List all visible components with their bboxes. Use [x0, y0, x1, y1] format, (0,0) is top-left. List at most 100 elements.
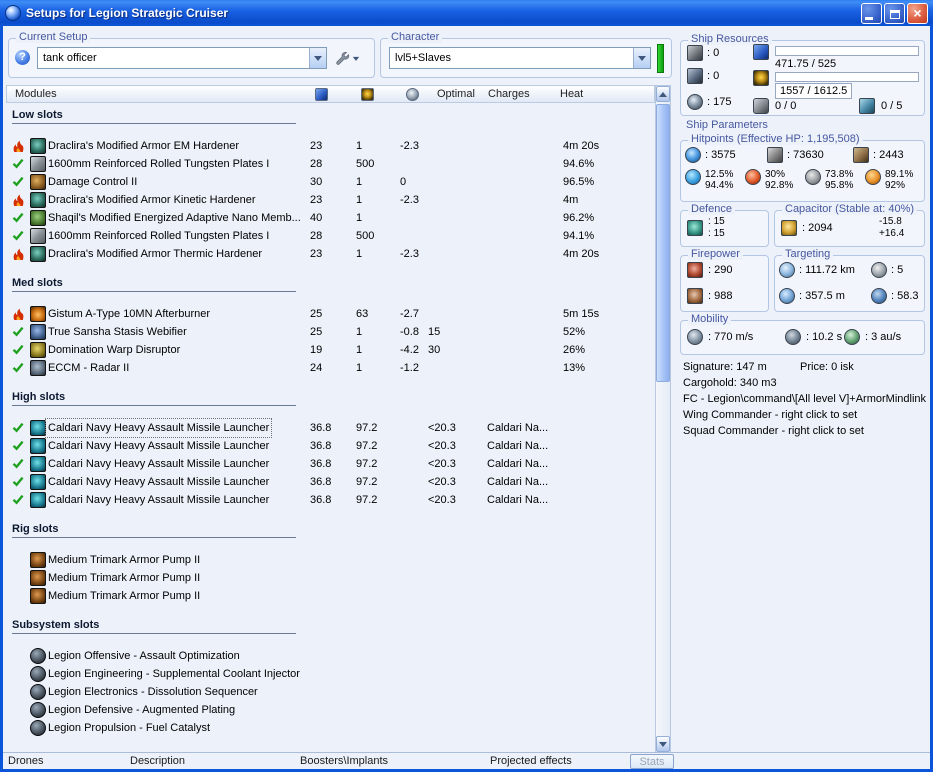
module-row[interactable]: Caldari Navy Heavy Assault Missile Launc…	[6, 418, 655, 438]
kinetic-resist-icon	[805, 169, 821, 185]
module-row[interactable]: Legion Propulsion - Fuel Catalyst	[6, 719, 655, 737]
column-optimal[interactable]: Optimal	[437, 88, 475, 100]
module-row[interactable]: 1600mm Reinforced Rolled Tungsten Plates…	[6, 155, 655, 173]
subsystem-icon	[30, 648, 46, 664]
status-none	[12, 554, 26, 567]
module-row[interactable]: Legion Electronics - Dissolution Sequenc…	[6, 683, 655, 701]
modules-panel: Modules Optimal Charges Heat Low slots Dr…	[6, 85, 655, 753]
module-row[interactable]: Legion Defensive - Augmented Plating	[6, 701, 655, 719]
module-heat-value: 94.6%	[563, 158, 595, 170]
module-cpu-value: 36.8	[310, 458, 332, 470]
tab-drones[interactable]: Drones	[8, 755, 43, 767]
module-row[interactable]: Domination Warp Disruptor 19 1 -4.2 30 26%	[6, 341, 655, 359]
column-charges[interactable]: Charges	[488, 88, 530, 100]
armor-hp-value: 73630	[787, 149, 824, 162]
setup-combobox[interactable]: tank officer	[37, 47, 327, 69]
module-optimal-value: <20.3	[428, 494, 456, 506]
defence-label: Defence	[688, 203, 735, 215]
module-row[interactable]: Caldari Navy Heavy Assault Missile Launc…	[6, 455, 655, 473]
signature-text: Signature: 147 m	[683, 361, 767, 373]
fitted-check-icon	[12, 230, 26, 243]
scroll-down-button[interactable]	[656, 736, 670, 752]
setup-combobox-dropdown[interactable]	[309, 48, 326, 68]
powergrid-usage-bar	[775, 72, 919, 82]
arrow-up-icon	[659, 88, 667, 97]
module-cpu-value: 19	[310, 344, 323, 356]
character-combobox-value: lvl5+Slaves	[395, 52, 451, 64]
slot-section-title: High slots	[12, 391, 296, 406]
character-label: Character	[388, 31, 443, 43]
module-row[interactable]: Legion Offensive - Assault Optimization	[6, 647, 655, 665]
module-row[interactable]: Caldari Navy Heavy Assault Missile Launc…	[6, 437, 655, 455]
volley-value: 290	[708, 264, 732, 277]
module-heat-value: 96.2%	[563, 212, 595, 224]
module-row[interactable]: Draclira's Modified Armor Thermic Harden…	[6, 245, 655, 263]
subsystem-icon	[30, 666, 46, 682]
targeting-label: Targeting	[782, 248, 834, 260]
fitted-check-icon	[12, 422, 26, 435]
launcher-icon	[30, 438, 46, 454]
module-name: Shaqil's Modified Energized Adaptive Nan…	[48, 212, 301, 224]
module-name: Medium Trimark Armor Pump II	[48, 572, 201, 584]
character-combobox[interactable]: lvl5+Slaves	[389, 47, 651, 69]
module-row[interactable]: Medium Trimark Armor Pump II	[6, 569, 655, 587]
tab-projected-effects[interactable]: Projected effects	[490, 755, 572, 767]
tab-description[interactable]: Description	[130, 755, 185, 767]
powergrid-column-icon[interactable]	[361, 88, 374, 101]
shield-resist-value: 12.5%	[705, 169, 734, 180]
scroll-up-button[interactable]	[656, 86, 670, 102]
squad-commander-text[interactable]: Squad Commander - right click to set	[683, 425, 864, 437]
ship-resources-group: Ship Resources 0 0 175 471.75 / 525 1557…	[680, 33, 925, 116]
stats-button[interactable]: Stats	[630, 754, 674, 769]
module-row[interactable]: 1600mm Reinforced Rolled Tungsten Plates…	[6, 227, 655, 245]
module-charges-value: Caldari Na...	[487, 458, 549, 470]
module-row[interactable]: Draclira's Modified Armor EM Hardener 23 1…	[6, 137, 655, 155]
tab-boosters-implants[interactable]: Boosters\Implants	[300, 755, 388, 767]
module-heat-value: 96.5%	[563, 176, 595, 188]
module-cpu-value: 28	[310, 230, 323, 242]
align-time-value: 10.2 s	[806, 331, 842, 344]
module-cpu-value: 23	[310, 140, 323, 152]
module-cap-value: -4.2	[400, 344, 419, 356]
module-row[interactable]: Caldari Navy Heavy Assault Missile Launc…	[6, 491, 655, 509]
status-none	[12, 668, 26, 681]
setup-tools-button[interactable]	[334, 48, 370, 68]
armor-hp-icon	[767, 147, 783, 163]
arrow-down-icon	[659, 741, 667, 751]
column-modules[interactable]: Modules	[15, 88, 57, 100]
module-pg-value: 1	[356, 248, 363, 260]
defence-icon	[687, 220, 703, 236]
close-button[interactable]: ×	[907, 2, 928, 24]
scrollbar-thumb[interactable]	[656, 104, 670, 382]
minimize-button[interactable]	[861, 2, 882, 24]
eft-window: Setups for Legion Strategic Cruiser × Cu…	[0, 0, 933, 772]
module-row[interactable]: Shaqil's Modified Energized Adaptive Nan…	[6, 209, 655, 227]
cpu-column-icon[interactable]	[315, 88, 328, 101]
maximize-icon	[889, 9, 900, 19]
character-combobox-dropdown[interactable]	[633, 48, 650, 68]
slot-section-title: Rig slots	[12, 523, 296, 538]
module-row[interactable]: Damage Control II 30 1 0 96.5%	[6, 173, 655, 191]
max-targets-value: 5	[891, 264, 903, 277]
module-row[interactable]: Draclira's Modified Armor Kinetic Harden…	[6, 191, 655, 209]
help-icon[interactable]: ?	[15, 50, 30, 65]
column-heat[interactable]: Heat	[560, 88, 583, 100]
module-row[interactable]: Legion Engineering - Supplemental Coolan…	[6, 665, 655, 683]
cargohold-text: Cargohold: 340 m3	[683, 377, 777, 389]
resist-values: 73.8% 95.8%	[825, 169, 853, 191]
maximize-button[interactable]	[884, 2, 905, 24]
module-row[interactable]: Caldari Navy Heavy Assault Missile Launc…	[6, 473, 655, 491]
module-row[interactable]: ECCM - Radar II 24 1 -1.2 13%	[6, 359, 655, 377]
wing-commander-text[interactable]: Wing Commander - right click to set	[683, 409, 857, 421]
module-row[interactable]: Medium Trimark Armor Pump II	[6, 551, 655, 569]
module-name: Caldari Navy Heavy Assault Missile Launc…	[48, 476, 270, 488]
vertical-scrollbar[interactable]	[655, 85, 671, 753]
module-row[interactable]: True Sansha Stasis Webifier 25 1 -0.8 15 52%	[6, 323, 655, 341]
launcher-icon	[30, 456, 46, 472]
module-optimal-value: 30	[428, 344, 441, 356]
module-cap-value: 0	[400, 176, 407, 188]
module-row[interactable]: Medium Trimark Armor Pump II	[6, 587, 655, 605]
module-row[interactable]: Gistum A-Type 10MN Afterburner 25 63 -2.7 5m…	[6, 305, 655, 323]
character-group: Character lvl5+Slaves	[380, 31, 672, 78]
capacitor-column-icon[interactable]	[406, 88, 419, 101]
